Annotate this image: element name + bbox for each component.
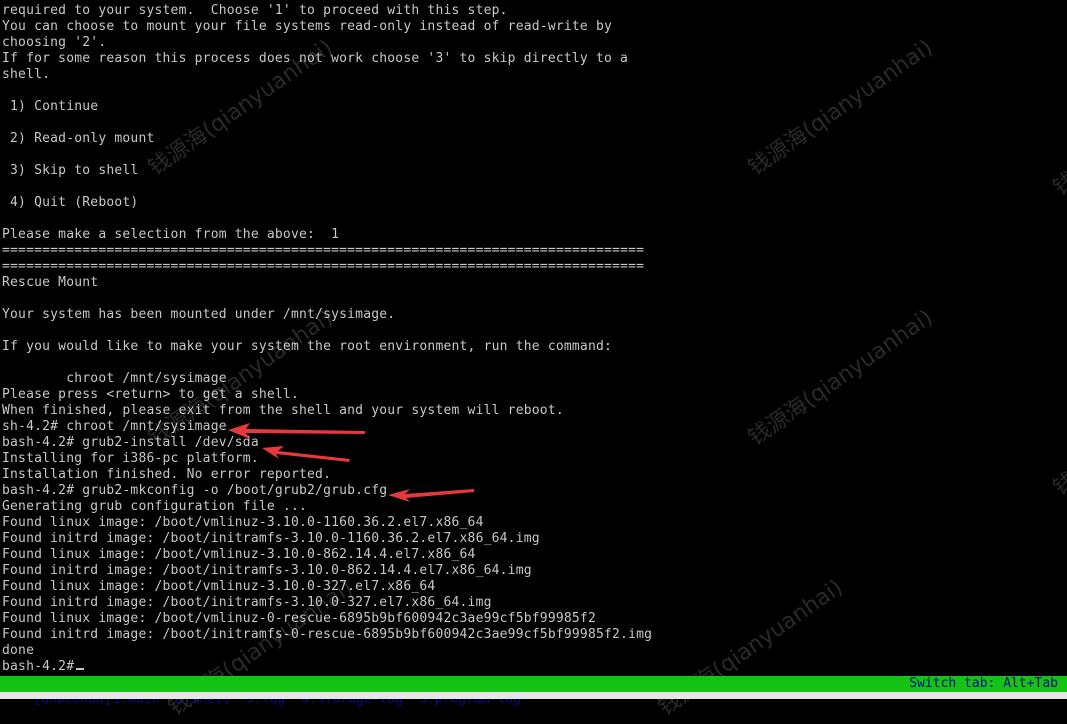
terminal-line: 3) Skip to shell (2, 163, 139, 178)
terminal-line: bash-4.2# grub2-mkconfig -o /boot/grub2/… (2, 483, 388, 498)
terminal-line: choosing '2'. (2, 35, 107, 50)
window-bottom-edge (0, 692, 1067, 699)
terminal-line: Found linux image: /boot/vmlinuz-3.10.0-… (2, 547, 476, 562)
terminal-line: Found linux image: /boot/vmlinuz-3.10.0-… (2, 579, 436, 594)
terminal-line: When finished, please exit from the shel… (2, 403, 564, 418)
switch-tab-hint: Switch tab: Alt+Tab (909, 676, 1058, 691)
terminal-line: Please press <return> to get a shell. (2, 387, 299, 402)
terminal-line: 1) Continue (2, 99, 99, 114)
terminal-line: Rescue Mount (2, 275, 99, 290)
terminal-line: Found initrd image: /boot/initramfs-3.10… (2, 563, 532, 578)
terminal-line: bash-4.2# grub2-install /dev/sda (2, 435, 259, 450)
tab-list: [anaconda]1:main* 2:shell 3:log 4:storage-l… (2, 676, 521, 724)
terminal-line: Found initrd image: /boot/initramfs-3.10… (2, 595, 492, 610)
terminal-line: shell. (2, 67, 51, 82)
tmux-status-bar: [anaconda]1:main* 2:shell 3:log 4:storage-l… (0, 676, 1067, 707)
terminal-output: required to your system. Choose '1' to p… (2, 3, 652, 675)
terminal-line: Found linux image: /boot/vmlinuz-0-rescu… (2, 611, 596, 626)
terminal-line: Generating grub configuration file ... (2, 499, 308, 514)
terminal-line: Found initrd image: /boot/initramfs-3.10… (2, 531, 540, 546)
shell-prompt: bash-4.2# (2, 659, 75, 674)
terminal-line: Please make a selection from the above: … (2, 227, 340, 242)
terminal-screen[interactable]: required to your system. Choose '1' to p… (0, 0, 1067, 676)
terminal-line: ========================================… (2, 259, 645, 274)
terminal-line: You can choose to mount your file system… (2, 19, 613, 34)
terminal-line: If for some reason this process does not… (2, 51, 629, 66)
terminal-line: 2) Read-only mount (2, 131, 155, 146)
terminal-line: Found initrd image: /boot/initramfs-0-re… (2, 627, 653, 642)
text-cursor (76, 668, 85, 670)
terminal-line: Your system has been mounted under /mnt/… (2, 307, 396, 322)
terminal-line: If you would like to make your system th… (2, 339, 613, 354)
terminal-line: Installation finished. No error reported… (2, 467, 332, 482)
terminal-line: done (2, 643, 35, 658)
terminal-line: sh-4.2# chroot /mnt/sysimage (2, 419, 227, 434)
terminal-line: required to your system. Choose '1' to p… (2, 3, 508, 18)
terminal-line: Found linux image: /boot/vmlinuz-3.10.0-… (2, 515, 484, 530)
terminal-line: 4) Quit (Reboot) (2, 195, 139, 210)
terminal-line: Installing for i386-pc platform. (2, 451, 259, 466)
terminal-prompt-line: bash-4.2# (2, 659, 652, 675)
terminal-line: chroot /mnt/sysimage (2, 371, 227, 386)
terminal-line: ========================================… (2, 243, 645, 258)
